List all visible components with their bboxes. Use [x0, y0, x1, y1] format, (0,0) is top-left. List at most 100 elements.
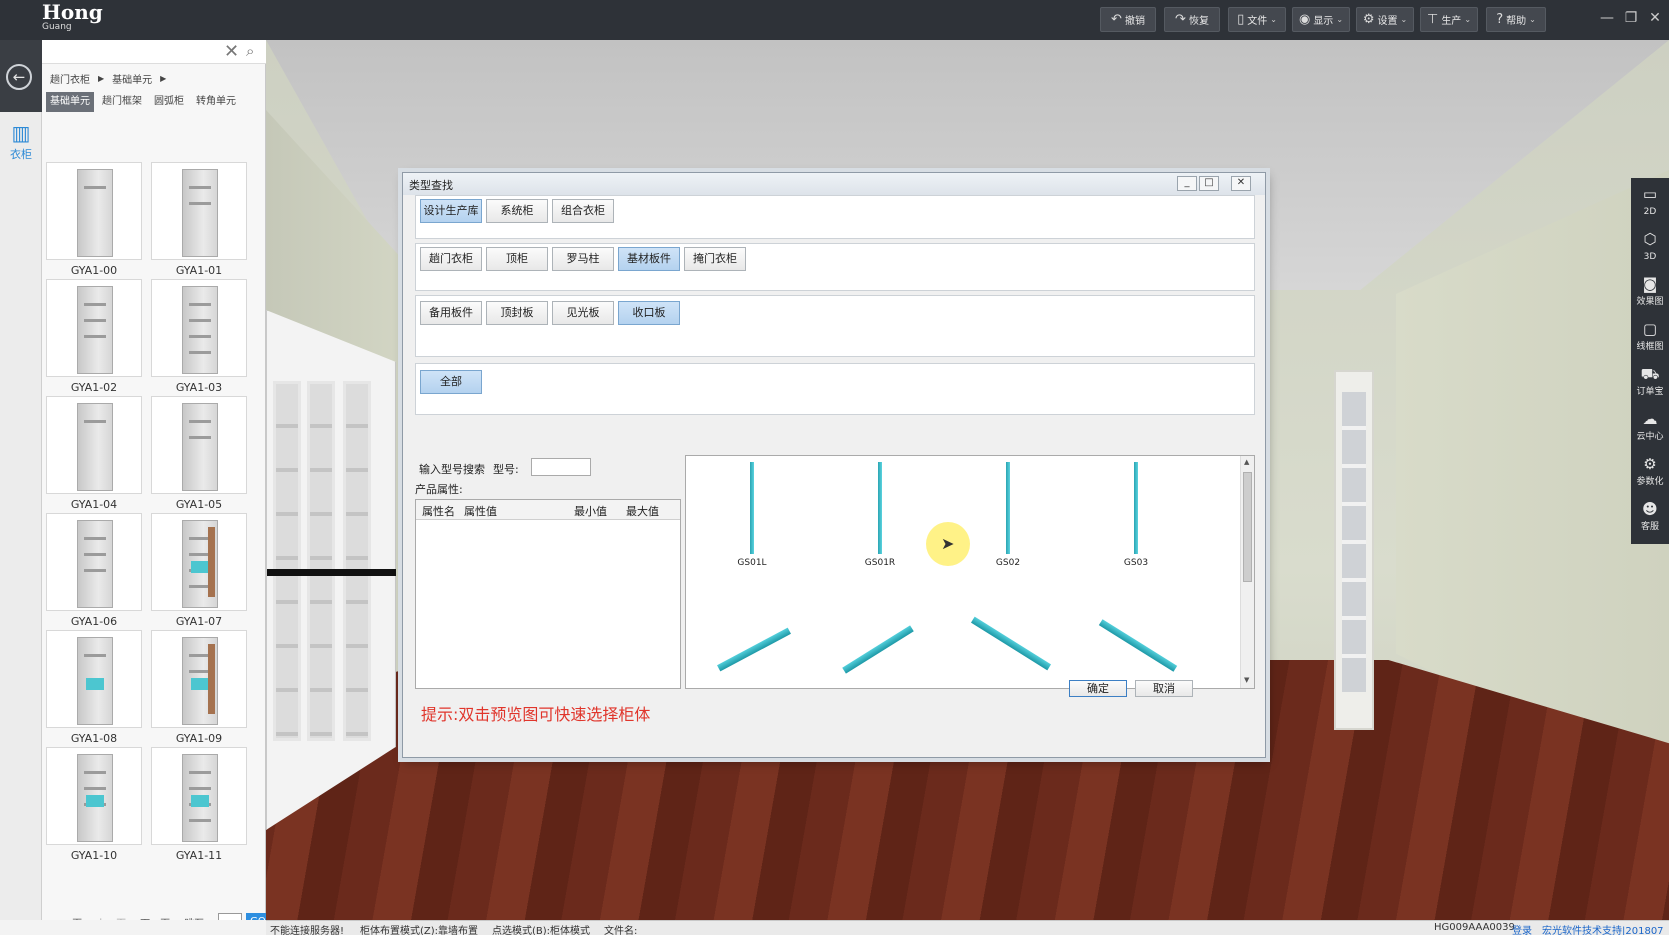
tool-2d-view-button[interactable]: ▭ 2D: [1631, 182, 1669, 226]
restore-window-button[interactable]: ❐: [1620, 8, 1642, 28]
toolbar-hammer-button[interactable]: ⊤ 生产 ⌄: [1420, 7, 1478, 32]
app-logo: Hong Guang: [42, 2, 103, 32]
cabinet-type-group: 趟门衣柜 顶柜 罗马柱 基材板件 掩门衣柜: [415, 243, 1255, 291]
login-link[interactable]: 登录: [1512, 922, 1532, 935]
tool-label: 订单宝: [1636, 387, 1664, 397]
ok-button[interactable]: 确定: [1069, 680, 1127, 697]
tool-camera-button[interactable]: ◙ 效果图: [1631, 272, 1669, 316]
cabinet-shelf: [84, 569, 106, 572]
breadcrumb-item[interactable]: 基础单元: [112, 71, 152, 86]
toolbar-undo-button[interactable]: ↶ 撤销: [1100, 7, 1156, 32]
breadcrumb-item[interactable]: 趟门衣柜: [50, 71, 90, 86]
tool-gear-button[interactable]: ⚙ 参数化: [1631, 452, 1669, 496]
search-icon[interactable]: ⌕: [246, 42, 254, 60]
filter-button[interactable]: 掩门衣柜: [684, 247, 746, 271]
top-bar: Hong Guang ↶ 撤销 ↷ 恢复 ▯ 文件 ⌄ ◉ 显示 ⌄ ⚙ 设置 ⌄ ⊤ 生产 ⌄ ? 帮助 ⌄ — ❐…: [0, 0, 1669, 40]
cabinet-shelf: [84, 319, 106, 322]
filter-button[interactable]: 见光板: [552, 301, 614, 325]
chevron-down-icon: ⌄: [1529, 15, 1536, 24]
tool-support-button[interactable]: ☻ 客服: [1631, 497, 1669, 541]
wireframe-icon: ▢: [1642, 320, 1658, 338]
category-tab[interactable]: 基础单元: [46, 92, 94, 112]
scrollbar-thumb[interactable]: [1243, 472, 1252, 582]
preview-panel[interactable]: GS01L GS01R GS02 GS03 ➤ ▲ ▼: [685, 455, 1255, 689]
redo-icon: ↷: [1175, 12, 1186, 27]
library-item-name: GYA1-09: [175, 732, 223, 745]
cabinet-thumbnail: [182, 286, 218, 374]
library-item-thumbnail: [46, 513, 142, 611]
toolbar-help-button[interactable]: ? 帮助 ⌄: [1486, 7, 1546, 32]
cabinet-shelf: [189, 436, 211, 439]
library-item-thumbnail: [151, 630, 247, 728]
tool-cart-button[interactable]: ⛟ 订单宝: [1631, 362, 1669, 406]
cabinet-accent: [191, 561, 209, 573]
chevron-right-icon: ▶: [160, 73, 167, 83]
category-tab[interactable]: 转角单元: [192, 92, 240, 112]
library-search-bar[interactable]: ✕ ⌕: [42, 40, 266, 64]
dialog-maximize-button[interactable]: □: [1199, 176, 1219, 191]
library-item-thumbnail: [46, 630, 142, 728]
filter-button[interactable]: 趟门衣柜: [420, 247, 482, 271]
preview-diagonal-board[interactable]: [842, 625, 914, 674]
toolbar-gear-button[interactable]: ⚙ 设置 ⌄: [1356, 7, 1414, 32]
preview-diagonal-board[interactable]: [970, 616, 1052, 671]
tool-3d-view-button[interactable]: ⬡ 3D: [1631, 227, 1669, 271]
preview-item[interactable]: GS03: [1096, 462, 1176, 572]
status-select-mode: 点选模式(B):柜体模式: [492, 926, 591, 935]
minimize-window-button[interactable]: —: [1596, 8, 1618, 28]
filter-button[interactable]: 罗马柱: [552, 247, 614, 271]
library-type-group: 设计生产库 系统柜 组合衣柜: [415, 195, 1255, 239]
preview-item[interactable]: GS01R: [840, 462, 920, 572]
support-link[interactable]: 宏光软件技术支持|201807: [1542, 922, 1664, 935]
scroll-down-icon[interactable]: ▼: [1244, 676, 1249, 684]
clear-icon[interactable]: ✕: [224, 41, 239, 62]
preview-board-image: [878, 462, 882, 554]
dialog-minimize-button[interactable]: _: [1177, 176, 1197, 191]
attribute-column-header: 最小值: [574, 505, 607, 518]
filter-button[interactable]: 收口板: [618, 301, 680, 325]
cabinet-thumbnail: [182, 637, 218, 725]
preview-diagonal-board[interactable]: [717, 627, 791, 672]
cabinet-shelf: [189, 202, 211, 205]
filter-button[interactable]: 全部: [420, 370, 482, 394]
cancel-button[interactable]: 取消: [1135, 680, 1193, 697]
preview-scrollbar[interactable]: ▲ ▼: [1240, 456, 1254, 688]
close-window-button[interactable]: ✕: [1644, 8, 1666, 28]
scene-wardrobe[interactable]: [266, 310, 396, 830]
preview-board-image: [1006, 462, 1010, 554]
toolbar-eye-button[interactable]: ◉ 显示 ⌄: [1292, 7, 1350, 32]
category-tab[interactable]: 趟门框架: [98, 92, 146, 112]
dialog-titlebar[interactable]: 类型查找 _ □ ✕: [403, 173, 1265, 195]
dialog-close-button[interactable]: ✕: [1231, 176, 1251, 191]
toolbar-redo-button[interactable]: ↷ 恢复: [1164, 7, 1220, 32]
filter-button[interactable]: 组合衣柜: [552, 199, 614, 223]
rail-wardrobe-button[interactable]: ▥ 衣柜: [2, 120, 40, 170]
category-tabs: 基础单元 趟门框架 圆弧柜 转角单元: [46, 92, 240, 112]
category-tab[interactable]: 圆弧柜: [150, 92, 188, 112]
cabinet-thumbnail: [77, 754, 113, 842]
filter-button[interactable]: 顶柜: [486, 247, 548, 271]
back-button[interactable]: ←: [0, 40, 42, 112]
scroll-up-icon[interactable]: ▲: [1244, 458, 1249, 466]
library-item-thumbnail: [46, 279, 142, 377]
filter-button[interactable]: 顶封板: [486, 301, 548, 325]
attribute-table[interactable]: 属性名 属性值 最小值 最大值: [415, 499, 681, 689]
filter-button[interactable]: 系统柜: [486, 199, 548, 223]
library-item-name: GYA1-03: [175, 381, 223, 394]
filter-button[interactable]: 基材板件: [618, 247, 680, 271]
library-item-thumbnail: [151, 747, 247, 845]
cabinet-shelf: [189, 787, 211, 790]
filter-button[interactable]: 备用板件: [420, 301, 482, 325]
preview-diagonal-board[interactable]: [1098, 619, 1178, 672]
preview-item[interactable]: GS02: [968, 462, 1048, 572]
tool-wireframe-button[interactable]: ▢ 线框图: [1631, 317, 1669, 361]
model-input[interactable]: [531, 458, 591, 476]
toolbar-file-button[interactable]: ▯ 文件 ⌄: [1228, 7, 1286, 32]
cabinet-shelf: [84, 787, 106, 790]
library-item-name: GYA1-00: [70, 264, 118, 277]
cabinet-thumbnail: [182, 403, 218, 491]
preview-item[interactable]: GS01L: [712, 462, 792, 572]
tool-cloud-button[interactable]: ☁ 云中心: [1631, 407, 1669, 451]
cabinet-thumbnail: [77, 520, 113, 608]
filter-button[interactable]: 设计生产库: [420, 199, 482, 223]
